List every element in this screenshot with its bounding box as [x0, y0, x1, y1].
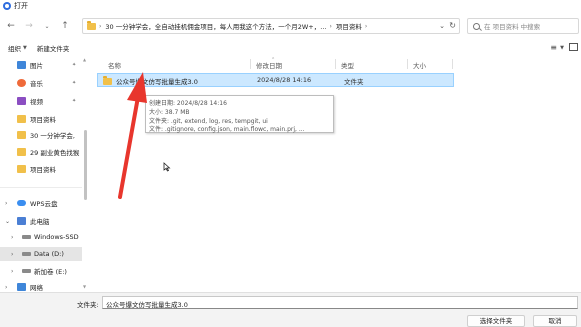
select-folder-button[interactable]: 选择文件夹 [467, 315, 525, 327]
folder-name-input[interactable]: 公众号爆文仿写批量生成3.0 [102, 296, 578, 309]
annotation-arrow-shaft [118, 95, 140, 199]
folder-name-value: 公众号爆文仿写批量生成3.0 [106, 301, 188, 309]
mouse-cursor-icon [163, 162, 171, 172]
annotation-arrow-head [127, 72, 147, 103]
annotation-arrow [118, 72, 147, 199]
footer-panel: 文件夹: 公众号爆文仿写批量生成3.0 选择文件夹 取消 [0, 292, 581, 327]
folder-field-label: 文件夹: [77, 301, 99, 309]
cancel-button[interactable]: 取消 [533, 315, 577, 327]
